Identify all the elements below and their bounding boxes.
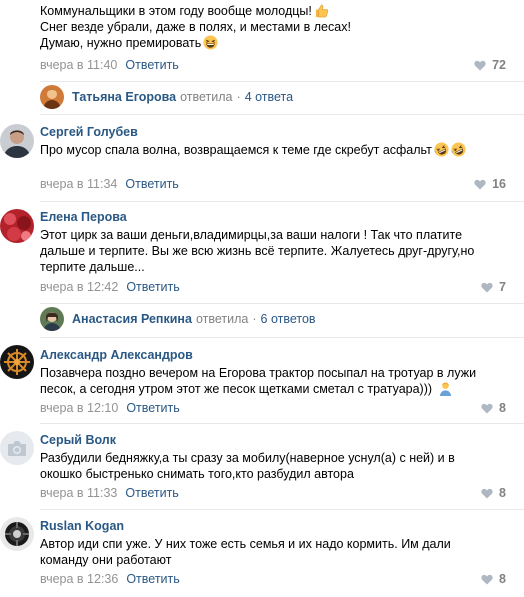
comment-3: Александр Александров Позавчера поздно в…: [0, 339, 524, 423]
reply-link[interactable]: Ответить: [125, 177, 178, 191]
thread-verb: ответила: [180, 90, 233, 104]
comment-5: Ruslan Kogan Автор иди спи уже. У них то…: [0, 511, 524, 597]
heart-icon: [481, 282, 493, 292]
avatar[interactable]: [0, 517, 34, 551]
replies-thread-link[interactable]: Татьяна Егорова ответила · 4 ответа: [40, 84, 293, 110]
like-count: 8: [499, 572, 506, 586]
rolling-laughing-emoji: [451, 142, 466, 157]
avatar[interactable]: [0, 345, 34, 379]
thread-author[interactable]: Татьяна Егорова: [72, 90, 176, 104]
thread-dot: ·: [236, 90, 241, 104]
comment-author[interactable]: Сергей Голубев: [40, 125, 138, 139]
comment-0: Коммунальщики в этом году вообще молодцы…: [0, 0, 524, 78]
like-button[interactable]: 8: [481, 401, 506, 415]
comment-4: Серый Волк Разбудили бедняжку,а ты сразу…: [0, 425, 524, 509]
avatar: [40, 85, 64, 109]
comment-author[interactable]: Ruslan Kogan: [40, 519, 124, 533]
comment-time[interactable]: вчера в 12:36: [40, 572, 118, 586]
comment-time[interactable]: вчера в 11:33: [40, 486, 117, 500]
comment-text: Автор иди спи уже. У них тоже есть семья…: [40, 537, 451, 567]
replies-thread-link[interactable]: Анастасия Репкина ответила · 6 ответов: [40, 306, 316, 332]
thread-reply-count[interactable]: 6 ответов: [261, 312, 316, 326]
heart-icon: [481, 488, 493, 498]
reply-link[interactable]: Ответить: [126, 280, 179, 294]
person-emoji: [439, 382, 451, 396]
reply-link[interactable]: Ответить: [126, 572, 179, 586]
like-button[interactable]: 8: [481, 486, 506, 500]
separator: [40, 337, 524, 338]
comment-text: Разбудили бедняжку,а ты сразу за мобилу(…: [40, 451, 455, 481]
comment-2: Елена Перова Этот цирк за ваши деньги,вл…: [0, 203, 524, 303]
heart-icon: [474, 60, 486, 70]
comment-meta: вчера в 12:42 Ответить: [40, 280, 180, 294]
comment-meta: вчера в 11:40 Ответить: [40, 58, 179, 72]
like-button[interactable]: 16: [474, 177, 506, 191]
grinning-squinting-emoji: [203, 35, 218, 50]
like-count: 16: [492, 177, 506, 191]
comment-time[interactable]: вчера в 11:40: [40, 58, 117, 72]
comment-meta: вчера в 12:36 Ответить: [40, 572, 180, 586]
separator: [40, 81, 524, 82]
separator: [40, 201, 524, 202]
separator: [40, 423, 524, 424]
comment-text: Про мусор спала волна, возвращаемся к те…: [40, 142, 500, 158]
like-count: 72: [492, 58, 506, 72]
rolling-laughing-emoji: [434, 142, 449, 157]
comment-1: Сергей Голубев Про мусор спала волна, во…: [0, 118, 524, 198]
thread-verb: ответила: [195, 312, 249, 326]
like-count: 8: [499, 401, 506, 415]
comment-text: Этот цирк за ваши деньги,владимирцы,за в…: [40, 228, 475, 274]
heart-icon: [481, 574, 493, 584]
avatar: [40, 307, 64, 331]
reply-link[interactable]: Ответить: [126, 401, 179, 415]
avatar[interactable]: [0, 209, 34, 243]
comment-time[interactable]: вчера в 12:10: [40, 401, 118, 415]
heart-icon: [481, 403, 493, 413]
like-button[interactable]: 8: [481, 572, 506, 586]
comment-text: Позавчера поздно вечером на Егорова трак…: [40, 366, 477, 396]
separator: [40, 114, 524, 115]
comment-author[interactable]: Александр Александров: [40, 348, 193, 362]
heart-icon: [474, 179, 486, 189]
avatar[interactable]: [0, 124, 34, 158]
reply-link[interactable]: Ответить: [125, 486, 178, 500]
avatar[interactable]: [0, 431, 34, 465]
thumbs-up-emoji: [315, 4, 329, 18]
like-count: 7: [499, 280, 506, 294]
separator: [40, 303, 524, 304]
comment-time[interactable]: вчера в 11:34: [40, 177, 117, 191]
separator: [40, 509, 524, 510]
like-button[interactable]: 7: [481, 280, 506, 294]
comment-author[interactable]: Елена Перова: [40, 210, 127, 224]
like-button[interactable]: 72: [474, 58, 506, 72]
thread-author[interactable]: Анастасия Репкина: [72, 312, 192, 326]
thread-dot: ·: [252, 312, 257, 326]
comment-meta: вчера в 12:10 Ответить: [40, 401, 180, 415]
like-count: 8: [499, 486, 506, 500]
comment-author[interactable]: Серый Волк: [40, 433, 116, 447]
comment-meta: вчера в 11:34 Ответить: [40, 177, 179, 191]
comment-time[interactable]: вчера в 12:42: [40, 280, 118, 294]
comment-meta: вчера в 11:33 Ответить: [40, 486, 179, 500]
comment-text: Коммунальщики в этом году вообще молодцы…: [40, 4, 351, 50]
reply-link[interactable]: Ответить: [125, 58, 178, 72]
thread-reply-count[interactable]: 4 ответа: [245, 90, 293, 104]
